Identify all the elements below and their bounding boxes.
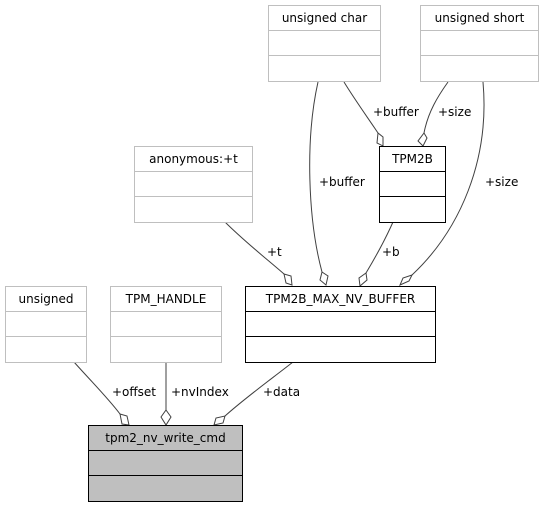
node-methods [269, 56, 380, 81]
node-attributes [246, 312, 435, 337]
node-methods [6, 337, 86, 362]
node-tpm2-nv-write-cmd[interactable]: tpm2_nv_write_cmd [88, 425, 243, 502]
edge-label-b: +b [382, 245, 400, 259]
aggregation-diamond-icon [283, 273, 293, 286]
node-tpm2b[interactable]: TPM2B [379, 146, 446, 223]
edge-label-nvindex: +nvIndex [171, 385, 229, 399]
node-attributes [6, 312, 86, 337]
edge-label-size-tpm2b: +size [438, 105, 472, 119]
node-title: TPM2B [380, 147, 445, 172]
aggregation-diamond-icon [376, 132, 384, 147]
aggregation-diamond-icon [358, 272, 368, 287]
node-title: unsigned short [421, 6, 538, 31]
node-tpm2b-max-nv-buffer[interactable]: TPM2B_MAX_NV_BUFFER [245, 286, 436, 363]
aggregation-diamond-icon [119, 413, 130, 426]
aggregation-diamond-icon [417, 132, 428, 147]
edge-label-data: +data [263, 385, 301, 399]
node-title: TPM2B_MAX_NV_BUFFER [246, 287, 435, 312]
aggregation-diamond-icon [213, 415, 226, 426]
node-methods [380, 197, 445, 222]
node-methods [135, 197, 252, 222]
node-attributes [380, 172, 445, 197]
node-title: TPM_HANDLE [111, 287, 221, 312]
node-anonymous-t[interactable]: anonymous:+t [134, 146, 253, 223]
edge-label-size-maxnv: +size [485, 175, 519, 189]
node-methods [111, 337, 221, 362]
node-tpm-handle[interactable]: TPM_HANDLE [110, 286, 222, 363]
node-attributes [111, 312, 221, 337]
node-attributes [135, 172, 252, 197]
node-methods [89, 476, 242, 501]
aggregation-diamond-icon [399, 274, 413, 286]
node-attributes [421, 31, 538, 56]
node-attributes [89, 451, 242, 476]
node-title: unsigned [6, 287, 86, 312]
aggregation-diamond-icon [319, 271, 329, 286]
node-unsigned-char[interactable]: unsigned char [268, 5, 381, 82]
node-methods [421, 56, 538, 81]
node-unsigned-short[interactable]: unsigned short [420, 5, 539, 82]
edge-label-t: +t [267, 245, 282, 259]
node-title: tpm2_nv_write_cmd [89, 426, 242, 451]
node-methods [246, 337, 435, 362]
node-unsigned[interactable]: unsigned [5, 286, 87, 363]
edge-label-buffer-tpm2b: +buffer [373, 105, 419, 119]
node-title: anonymous:+t [135, 147, 252, 172]
node-attributes [269, 31, 380, 56]
edge-label-offset: +offset [112, 385, 157, 399]
edge-label-buffer-maxnv: +buffer [319, 175, 365, 189]
aggregation-diamond-icon [160, 409, 172, 426]
node-title: unsigned char [269, 6, 380, 31]
